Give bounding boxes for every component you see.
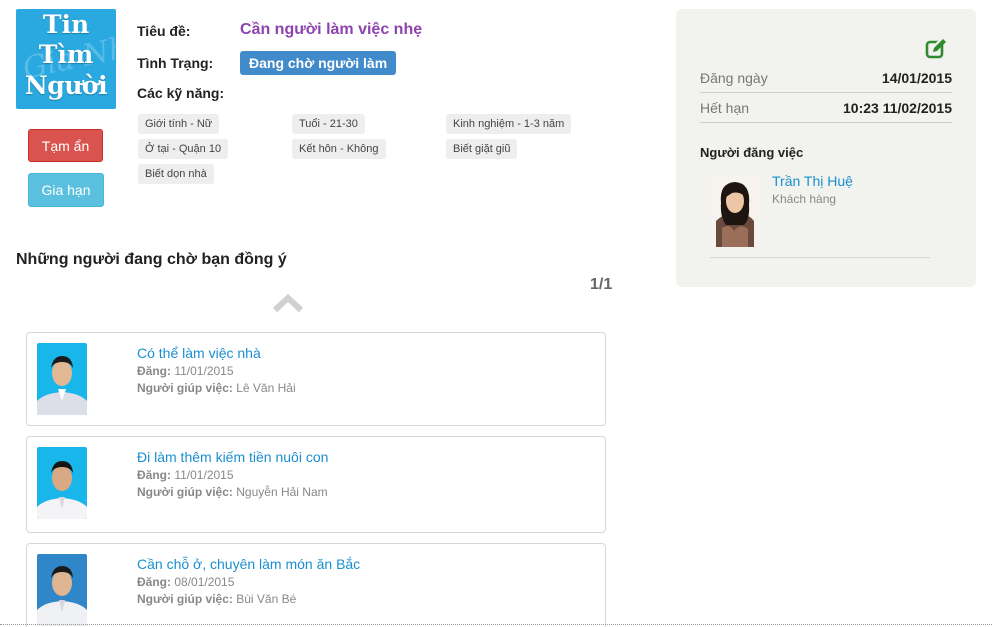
- posted-date-label: Đăng ngày: [700, 70, 768, 86]
- title-label: Tiêu đề:: [137, 23, 191, 39]
- helper-label: Người giúp việc:: [137, 485, 233, 499]
- posted-date-value: 14/01/2015: [881, 70, 952, 86]
- posted-date: Đăng: 08/01/2015: [137, 575, 234, 589]
- applicant-card[interactable]: Cần chỗ ở, chuyên làm món ăn Bắc Đăng: 0…: [26, 543, 606, 627]
- expiry-value: 10:23 11/02/2015: [843, 100, 952, 116]
- edit-icon[interactable]: [925, 38, 947, 60]
- posted-value: 11/01/2015: [174, 468, 234, 482]
- helper-value: Nguyễn Hải Nam: [236, 485, 328, 499]
- poster-avatar[interactable]: [710, 173, 760, 247]
- skill-tag: Ở tại - Quận 10: [138, 139, 229, 159]
- skills-label: Các kỹ năng:: [137, 85, 225, 101]
- skill-tag: Giới tính - Nữ: [138, 114, 220, 134]
- applicant-title-link[interactable]: Có thể làm việc nhà: [137, 345, 261, 361]
- expiry-label: Hết hạn: [700, 100, 750, 116]
- status-label: Tình Trạng:: [137, 55, 214, 71]
- posted-date: Đăng: 11/01/2015: [137, 468, 234, 482]
- helper-value: Lê Văn Hải: [236, 381, 296, 395]
- poster-heading: Người đăng việc: [700, 145, 804, 160]
- skill-tag: Kinh nghiệm - 1-3 năm: [446, 114, 572, 134]
- status-badge: Đang chờ người làm: [240, 51, 397, 75]
- poster-name-link[interactable]: Trần Thị Huệ: [772, 173, 853, 189]
- page-indicator: 1/1: [590, 276, 613, 293]
- helper-label: Người giúp việc:: [137, 381, 233, 395]
- skill-tag: Biết dọn nhà: [138, 164, 214, 184]
- posted-value: 11/01/2015: [174, 364, 234, 378]
- applicants-heading: Những người đang chờ bạn đồng ý: [16, 251, 287, 268]
- applicant-title-link[interactable]: Đi làm thêm kiếm tiền nuôi con: [137, 449, 328, 465]
- site-logo: Gia Nhà Tin Tìm Người: [16, 9, 116, 109]
- logo-line-3: Người: [24, 71, 108, 100]
- job-title: Cần người làm việc nhẹ: [240, 21, 423, 38]
- posted-label: Đăng:: [137, 468, 171, 482]
- helper-value: Bùi Văn Bé: [236, 592, 297, 606]
- helper-name: Người giúp việc: Nguyễn Hải Nam: [137, 485, 328, 499]
- divider: [710, 257, 930, 258]
- helper-name: Người giúp việc: Bùi Văn Bé: [137, 592, 296, 606]
- applicant-card[interactable]: Đi làm thêm kiếm tiền nuôi con Đăng: 11/…: [26, 436, 606, 533]
- hide-button[interactable]: Tạm ẩn: [28, 129, 103, 162]
- applicant-title-link[interactable]: Cần chỗ ở, chuyên làm món ăn Bắc: [137, 556, 360, 572]
- logo-line-2: Tìm: [38, 40, 94, 69]
- extend-button[interactable]: Gia hạn: [28, 173, 104, 207]
- skill-tag: Kết hôn - Không: [292, 139, 386, 159]
- applicant-card[interactable]: Có thể làm việc nhà Đăng: 11/01/2015 Ngư…: [26, 332, 606, 426]
- skill-tag: Tuổi - 21-30: [292, 114, 365, 134]
- posted-label: Đăng:: [137, 575, 171, 589]
- helper-name: Người giúp việc: Lê Văn Hải: [137, 381, 296, 395]
- applicant-avatar: [37, 343, 87, 415]
- posted-date-row: Đăng ngày 14/01/2015: [700, 63, 952, 93]
- skill-tag: Biết giặt giũ: [446, 139, 518, 159]
- job-summary-panel: Đăng ngày 14/01/2015 Hết hạn 10:23 11/02…: [676, 9, 976, 287]
- poster-role: Khách hàng: [772, 192, 837, 206]
- expiry-row: Hết hạn 10:23 11/02/2015: [700, 93, 952, 123]
- chevron-up-icon[interactable]: [272, 292, 304, 314]
- logo-line-1: Tin: [42, 10, 90, 39]
- applicant-avatar: [37, 554, 87, 626]
- posted-value: 08/01/2015: [174, 575, 235, 589]
- posted-date: Đăng: 11/01/2015: [137, 364, 234, 378]
- posted-label: Đăng:: [137, 364, 171, 378]
- helper-label: Người giúp việc:: [137, 592, 233, 606]
- applicant-avatar: [37, 447, 87, 519]
